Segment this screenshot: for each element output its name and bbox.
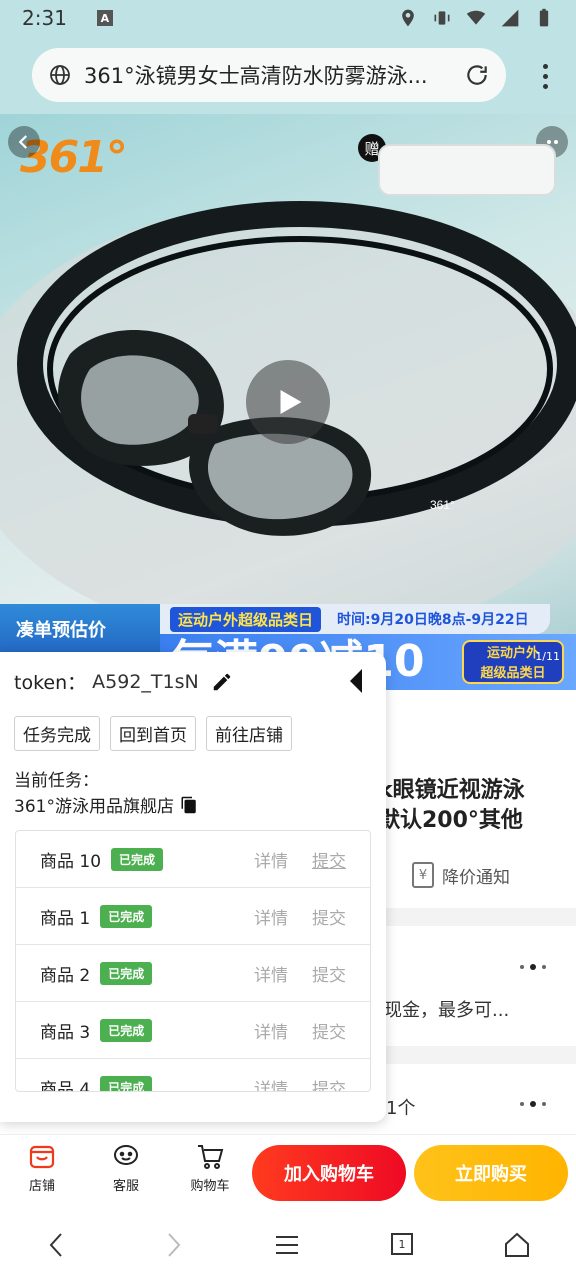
copy-icon[interactable] <box>180 796 198 814</box>
globe-icon <box>50 65 70 85</box>
submit-link[interactable]: 提交 <box>312 1075 346 1092</box>
current-task-label: 当前任务： <box>14 771 99 791</box>
home-button[interactable]: 回到首页 <box>110 716 196 751</box>
store-label: 店铺 <box>28 1179 55 1194</box>
back-nav-icon[interactable] <box>42 1230 72 1260</box>
browser-toolbar: 361°泳镜男女士高清防水防雾游泳... <box>0 36 576 114</box>
image-counter: 1/11 <box>535 650 560 663</box>
promo-tag: 运动户外超级品类日 <box>170 606 322 632</box>
task-panel: token： A592_T1sN 任务完成 回到首页 前往店铺 当前任务： 36… <box>0 652 386 1122</box>
vibrate-icon <box>434 11 450 25</box>
status-icons <box>398 8 554 28</box>
task-store-name: 361°游泳用品旗舰店 <box>14 797 174 817</box>
customer-service-icon <box>114 1145 138 1165</box>
goggle-logo: 361° <box>430 498 455 512</box>
buy-now-button[interactable]: 立即购买 <box>414 1145 568 1201</box>
current-task-store: 361°游泳用品旗舰店 <box>14 792 198 817</box>
list-item: 商品 1 已完成 详情 提交 <box>16 888 370 945</box>
status-badge: 已完成 <box>100 904 153 928</box>
cart-label: 购物车 <box>190 1179 230 1194</box>
home-icon[interactable] <box>502 1230 532 1260</box>
task-done-button[interactable]: 任务完成 <box>14 716 100 751</box>
edit-icon[interactable] <box>211 671 233 693</box>
battery-icon <box>539 8 549 27</box>
location-icon <box>402 9 414 27</box>
token-value: A592_T1sN <box>92 670 199 693</box>
signal-icon <box>501 9 519 27</box>
panel-action-buttons: 任务完成 回到首页 前往店铺 <box>14 716 292 751</box>
product-title-line1: k眼镜近视游泳 <box>378 778 525 803</box>
submit-link[interactable]: 提交 <box>312 1018 346 1043</box>
store-nav[interactable]: 店铺 <box>12 1141 72 1194</box>
product-hero-image[interactable]: 361° 361° 赠 凑单预估价 运动户外超级品类日 时间:9月20日晚8点-… <box>0 114 576 690</box>
tabs-icon[interactable]: 1 <box>391 1233 413 1255</box>
task-product-list: 商品 10 已完成 详情 提交 商品 1 已完成 详情 提交 商品 2 已完成 … <box>15 830 371 1092</box>
status-bar: 2:31 A <box>0 0 576 36</box>
notification-a-icon: A <box>96 10 113 26</box>
reload-icon[interactable] <box>464 62 490 88</box>
price-alert-label: 降价通知 <box>442 867 510 888</box>
bottom-action-bar: 店铺 客服 购物车 加入购物车 立即购买 <box>0 1134 576 1208</box>
price-alert-button[interactable]: ¥ 降价通知 <box>412 862 510 888</box>
product-name: 商品 3 <box>40 1022 91 1043</box>
detail-link[interactable]: 详情 <box>254 847 288 872</box>
collapse-panel-icon[interactable] <box>348 668 364 694</box>
product-name: 商品 1 <box>40 908 91 929</box>
coupon-text: 现金，最多可... <box>384 1000 510 1021</box>
chevron-left-icon <box>18 135 28 149</box>
cart-icon <box>198 1145 224 1169</box>
token-label: token： <box>14 672 87 694</box>
product-title-line2[interactable]: 默认200°其他 <box>378 806 576 836</box>
promo-badge-bottom: 超级品类日 <box>480 666 546 681</box>
back-button[interactable] <box>8 126 40 158</box>
token-row: token： A592_T1sN <box>14 668 233 695</box>
status-time: 2:31 <box>22 6 67 30</box>
product-name: 商品 2 <box>40 965 91 986</box>
service-label: 客服 <box>112 1179 139 1194</box>
wifi-icon <box>466 10 486 25</box>
coupon-more-icon[interactable] <box>520 964 546 970</box>
promo-top-strip: 运动户外超级品类日 时间:9月20日晚8点-9月22日 <box>160 604 550 634</box>
menu-icon[interactable] <box>272 1230 302 1260</box>
detail-link[interactable]: 详情 <box>254 961 288 986</box>
spec-more-icon[interactable] <box>520 1101 546 1107</box>
submit-link[interactable]: 提交 <box>312 961 346 986</box>
system-nav-bar <box>0 1208 576 1280</box>
price-tag-icon: ¥ <box>412 862 434 888</box>
add-to-cart-button[interactable]: 加入购物车 <box>252 1145 406 1201</box>
promo-time: 时间:9月20日晚8点-9月22日 <box>337 612 529 628</box>
service-nav[interactable]: 客服 <box>96 1141 156 1194</box>
go-store-button[interactable]: 前往店铺 <box>206 716 292 751</box>
list-item: 商品 10 已完成 详情 提交 <box>16 831 370 888</box>
submit-link[interactable]: 提交 <box>312 847 346 872</box>
detail-link[interactable]: 详情 <box>254 904 288 929</box>
product-name: 商品 4 <box>40 1079 91 1092</box>
store-icon <box>29 1145 55 1169</box>
browser-menu-icon[interactable] <box>543 64 548 89</box>
status-badge: 已完成 <box>100 1075 153 1091</box>
play-icon <box>280 390 302 414</box>
address-bar[interactable]: 361°泳镜男女士高清防水防雾游泳... <box>32 48 506 102</box>
detail-link[interactable]: 详情 <box>254 1018 288 1043</box>
cart-nav[interactable]: 购物车 <box>180 1141 240 1194</box>
forward-nav-icon[interactable] <box>158 1230 188 1260</box>
status-badge: 已完成 <box>100 961 153 985</box>
status-badge: 已完成 <box>111 847 164 871</box>
submit-link[interactable]: 提交 <box>312 904 346 929</box>
list-item: 商品 4 已完成 详情 提交 <box>16 1059 370 1092</box>
status-badge: 已完成 <box>100 1018 153 1042</box>
list-item: 商品 2 已完成 详情 提交 <box>16 945 370 1002</box>
product-title: k眼镜近视游泳 默认200°其他 <box>378 776 576 836</box>
spec-text: 1个 <box>386 1098 416 1119</box>
product-name: 商品 10 <box>40 851 102 872</box>
play-video-button[interactable] <box>246 360 330 444</box>
list-item: 商品 3 已完成 详情 提交 <box>16 1002 370 1059</box>
gift-case-image <box>378 144 556 196</box>
url-text[interactable]: 361°泳镜男女士高清防水防雾游泳... <box>84 60 444 90</box>
detail-link[interactable]: 详情 <box>254 1075 288 1092</box>
